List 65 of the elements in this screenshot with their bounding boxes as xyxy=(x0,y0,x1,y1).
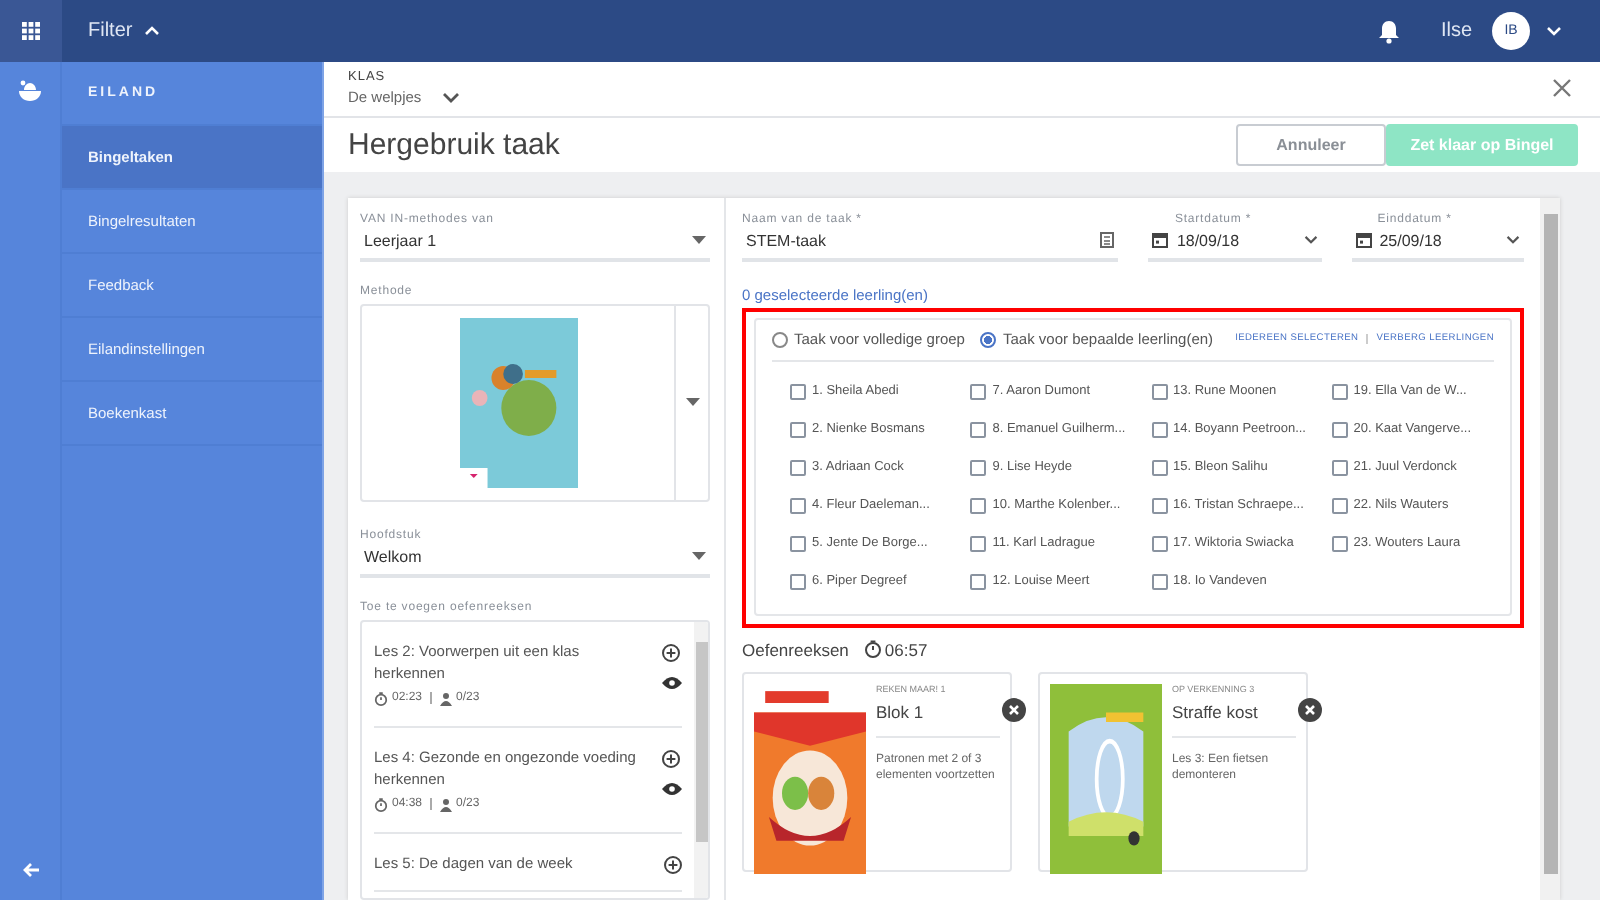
calendar-icon[interactable] xyxy=(1355,232,1372,249)
bell-icon[interactable] xyxy=(1378,19,1401,43)
checkbox[interactable] xyxy=(790,460,806,477)
person-icon xyxy=(440,691,453,706)
checkbox[interactable] xyxy=(1331,384,1348,401)
chevron-down-icon[interactable] xyxy=(1506,234,1520,247)
add-icon[interactable] xyxy=(662,749,680,768)
chevron-down-icon[interactable] xyxy=(441,91,460,104)
user-name: Ilse xyxy=(1440,20,1472,42)
method-picker[interactable] xyxy=(360,303,710,502)
checkbox[interactable] xyxy=(1331,422,1348,439)
checkbox[interactable] xyxy=(970,498,987,515)
card-title: Straffe kost xyxy=(1172,701,1296,738)
checkbox[interactable] xyxy=(1331,536,1348,553)
filter-menu[interactable]: Filter xyxy=(88,20,161,42)
person-icon xyxy=(440,797,453,812)
checkbox[interactable] xyxy=(1151,384,1167,401)
total-time: 06:57 xyxy=(884,639,928,660)
section-title: Oefenreeksen xyxy=(742,639,849,660)
checkbox[interactable] xyxy=(970,384,987,401)
checkbox[interactable] xyxy=(1331,460,1348,477)
remove-icon[interactable] xyxy=(1002,697,1026,722)
checkbox[interactable] xyxy=(1151,536,1167,553)
year-dropdown[interactable]: Leerjaar 1 xyxy=(360,231,710,262)
checkbox[interactable] xyxy=(790,384,806,401)
remove-icon[interactable] xyxy=(1298,697,1322,722)
timer-icon xyxy=(374,691,388,706)
timer-icon xyxy=(864,640,883,659)
checkbox[interactable] xyxy=(1151,422,1167,439)
checkbox[interactable] xyxy=(790,574,806,591)
eye-icon[interactable] xyxy=(662,781,682,796)
checkbox[interactable] xyxy=(790,536,806,553)
add-icon[interactable] xyxy=(662,643,680,662)
checkbox[interactable] xyxy=(970,574,987,591)
start-date-field[interactable]: 18/09/18 xyxy=(1148,231,1322,262)
page-title: Hergebruik taak xyxy=(348,127,562,162)
close-icon[interactable] xyxy=(1552,78,1572,99)
chapter-dropdown[interactable]: Welkom xyxy=(360,547,710,578)
checkbox[interactable] xyxy=(790,498,806,515)
apps-grid-icon[interactable] xyxy=(22,22,40,40)
end-date-field[interactable]: 25/09/18 xyxy=(1351,231,1524,262)
radio-button[interactable] xyxy=(772,331,788,348)
dropdown-arrow-icon[interactable] xyxy=(692,552,706,561)
dropdown-arrow-icon[interactable] xyxy=(692,236,706,245)
calculator-icon[interactable] xyxy=(1100,232,1115,249)
add-icon[interactable] xyxy=(664,855,682,874)
checkbox[interactable] xyxy=(970,460,987,477)
checkbox[interactable] xyxy=(790,422,806,439)
timer-icon xyxy=(374,797,388,812)
checkbox[interactable] xyxy=(1151,460,1167,477)
chevron-down-icon[interactable] xyxy=(1303,234,1318,247)
checkbox[interactable] xyxy=(1151,498,1167,515)
eye-icon[interactable] xyxy=(662,675,682,690)
radio-button[interactable] xyxy=(980,331,997,348)
checkbox[interactable] xyxy=(1151,574,1167,591)
dropdown-arrow-icon[interactable] xyxy=(685,398,699,407)
island-icon[interactable] xyxy=(18,80,42,102)
arrow-left-icon[interactable] xyxy=(21,862,39,878)
checkbox[interactable] xyxy=(1331,498,1348,515)
chevron-up-icon[interactable] xyxy=(144,26,161,36)
card-title: Blok 1 xyxy=(876,701,1000,738)
checkbox[interactable] xyxy=(970,422,987,439)
checkbox[interactable] xyxy=(970,536,987,553)
task-name-field[interactable]: STEM-taak xyxy=(742,231,1119,262)
calendar-icon[interactable] xyxy=(1152,232,1169,249)
